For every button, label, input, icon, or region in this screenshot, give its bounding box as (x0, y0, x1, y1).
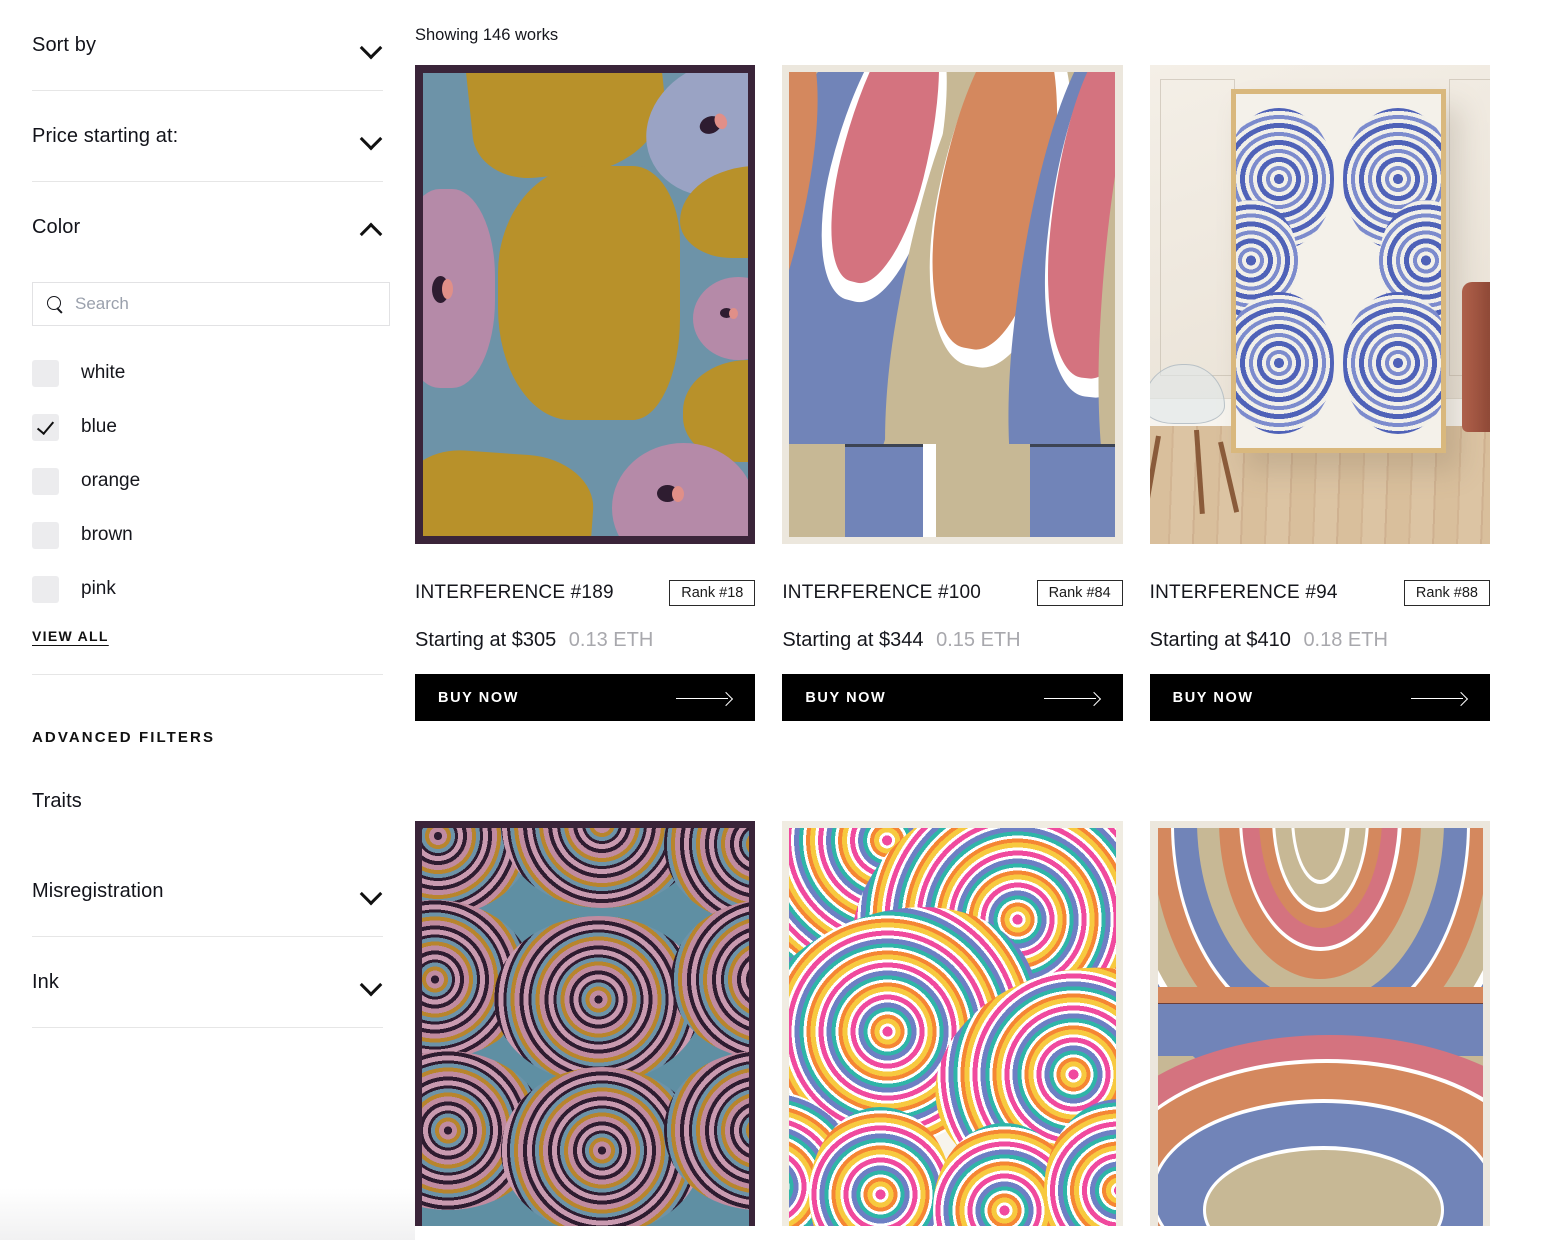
chevron-down-icon[interactable] (361, 39, 383, 52)
filters-sidebar: Sort by Price starting at: Color Search … (0, 0, 415, 1240)
filter-price-starting-at[interactable]: Price starting at: (32, 91, 383, 181)
work-price-row: Starting at $410 0.18 ETH (1150, 629, 1490, 652)
work-price: Starting at $305 (415, 629, 557, 651)
chevron-up-icon[interactable] (361, 221, 383, 234)
work-header: INTERFERENCE #189 Rank #18 (415, 578, 756, 608)
framed-artwork (1231, 88, 1446, 453)
arrow-right-icon (676, 692, 732, 704)
work-price-eth: 0.15 ETH (936, 629, 1021, 651)
chevron-down-icon[interactable] (361, 885, 383, 898)
filter-label: Sort by (32, 33, 97, 56)
buy-now-label: BUY NOW (805, 689, 887, 706)
search-input[interactable]: Search (75, 294, 129, 314)
color-option-blue[interactable]: blue (32, 400, 383, 454)
work-header: INTERFERENCE #94 Rank #88 (1150, 578, 1490, 608)
filter-label: Traits (32, 789, 82, 812)
artwork-thumbnail[interactable] (415, 65, 756, 544)
checkbox[interactable] (32, 359, 59, 387)
buy-now-label: BUY NOW (438, 689, 520, 706)
divider (32, 1027, 383, 1028)
rank-badge: Rank #84 (1036, 579, 1123, 607)
work-card[interactable]: INTERFERENCE #94 Rank #88 Starting at $4… (1149, 65, 1490, 721)
listing-page: Sort by Price starting at: Color Search … (0, 0, 1552, 1240)
work-card[interactable]: INTERFERENCE #100 Rank #84 Starting at $… (782, 65, 1123, 721)
results-count: Showing 146 works (415, 26, 559, 44)
filter-label: Price starting at: (32, 124, 179, 147)
filter-label: Color (32, 215, 81, 238)
arrow-right-icon (1411, 692, 1467, 704)
work-title: INTERFERENCE #189 (415, 582, 614, 603)
work-price-eth: 0.18 ETH (1303, 629, 1388, 651)
filter-label: Ink (32, 970, 59, 993)
work-price: Starting at $344 (782, 629, 924, 651)
work-header: INTERFERENCE #100 Rank #84 (782, 578, 1123, 608)
work-price-eth: 0.13 ETH (568, 629, 654, 651)
chevron-down-icon[interactable] (361, 976, 383, 989)
work-price-row: Starting at $344 0.15 ETH (782, 629, 1122, 652)
buy-now-label: BUY NOW (1172, 689, 1254, 706)
rank-badge: Rank #18 (669, 579, 756, 607)
search-icon (47, 295, 64, 313)
works-grid-row-1: INTERFERENCE #189 Rank #18 Starting at $… (415, 65, 1490, 721)
checkbox-checked[interactable] (32, 413, 59, 441)
work-card[interactable]: INTERFERENCE #189 Rank #18 Starting at $… (415, 65, 756, 721)
color-option-label: white (81, 362, 126, 383)
buy-now-button[interactable]: BUY NOW (782, 674, 1123, 721)
checkbox[interactable] (32, 521, 59, 549)
artwork-thumbnail[interactable] (782, 65, 1123, 544)
work-title: INTERFERENCE #94 (1149, 582, 1338, 603)
work-title: INTERFERENCE #100 (782, 582, 982, 603)
works-grid-row-2 (415, 821, 1490, 1226)
filter-misregistration[interactable]: Misregistration (32, 846, 383, 936)
buy-now-button[interactable]: BUY NOW (415, 674, 756, 721)
filter-sort-by[interactable]: Sort by (32, 0, 383, 90)
work-card[interactable] (782, 821, 1123, 1226)
work-card[interactable] (1149, 821, 1490, 1226)
work-price: Starting at $410 (1149, 629, 1291, 651)
work-card[interactable] (415, 821, 756, 1226)
color-option-label: pink (81, 578, 116, 599)
artwork-thumbnail[interactable] (1149, 821, 1490, 1226)
color-option-pink[interactable]: pink (32, 562, 383, 616)
color-option-white[interactable]: white (32, 346, 383, 400)
filter-traits[interactable]: Traits (32, 756, 383, 846)
view-all-colors-link[interactable]: VIEW ALL (32, 628, 109, 644)
filter-label: Misregistration (32, 879, 164, 902)
checkbox[interactable] (32, 467, 59, 495)
artwork-thumbnail[interactable] (1149, 65, 1490, 544)
checkbox[interactable] (32, 575, 59, 603)
chevron-down-icon[interactable] (361, 130, 383, 143)
advanced-filters-heading: ADVANCED FILTERS (32, 729, 216, 746)
sidebar-fade-overlay (0, 1188, 415, 1240)
filter-color[interactable]: Color (32, 182, 383, 272)
color-search-field[interactable]: Search (32, 282, 390, 326)
artwork-thumbnail[interactable] (782, 821, 1123, 1226)
buy-now-button[interactable]: BUY NOW (1149, 674, 1490, 721)
artwork-thumbnail[interactable] (415, 821, 756, 1226)
filter-ink[interactable]: Ink (32, 937, 383, 1027)
color-option-orange[interactable]: orange (32, 454, 383, 508)
color-option-brown[interactable]: brown (32, 508, 383, 562)
arrow-right-icon (1043, 692, 1100, 704)
color-option-label: blue (81, 416, 117, 437)
color-option-label: brown (81, 524, 133, 545)
works-grid-area: Showing 146 works INTERFERENCE #189 Rank… (415, 0, 1552, 1240)
work-price-row: Starting at $305 0.13 ETH (415, 629, 755, 652)
color-option-label: orange (81, 470, 141, 491)
color-checkbox-list: white blue orange brown pink (32, 346, 383, 616)
rank-badge: Rank #88 (1403, 579, 1490, 607)
armchair (1462, 282, 1490, 432)
